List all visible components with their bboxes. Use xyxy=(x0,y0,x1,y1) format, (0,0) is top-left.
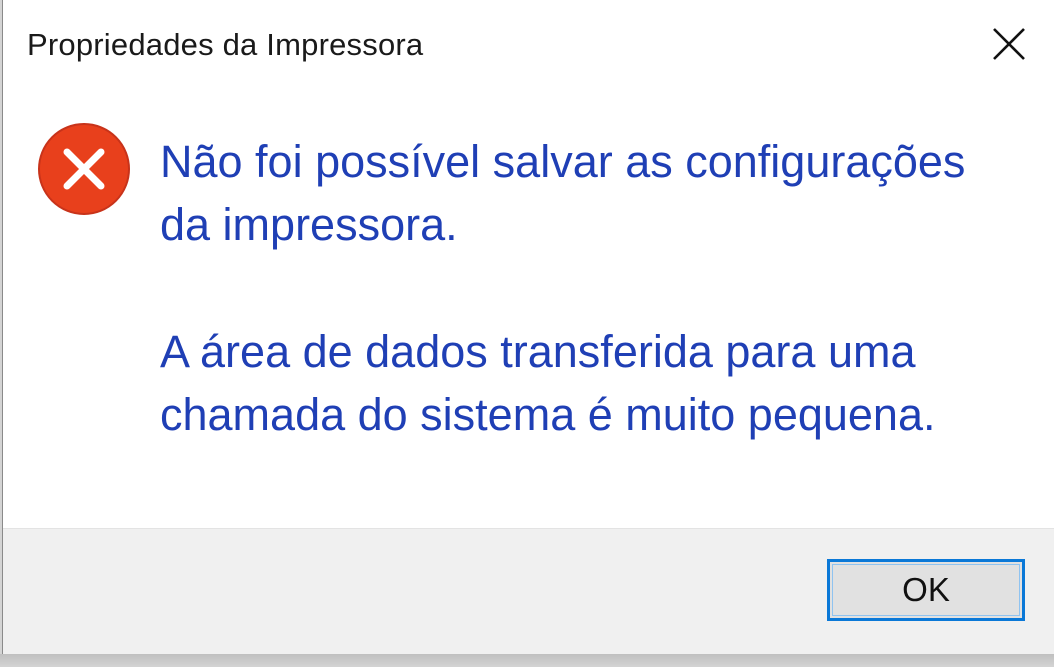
ok-button[interactable]: OK xyxy=(827,559,1025,621)
error-icon xyxy=(38,123,130,215)
title-bar[interactable]: Propriedades da Impressora xyxy=(3,0,1054,90)
message-line: Não foi possível salvar as configurações xyxy=(160,136,966,187)
window-shadow xyxy=(0,654,1054,667)
close-button[interactable] xyxy=(964,0,1054,88)
dialog-content: Não foi possível salvar as configurações… xyxy=(3,90,1054,528)
error-dialog: Propriedades da Impressora Não foi possí… xyxy=(2,0,1054,654)
window-title: Propriedades da Impressora xyxy=(27,27,424,62)
close-icon xyxy=(993,28,1025,60)
button-bar: OK xyxy=(3,528,1054,654)
message-line: chamada do sistema é muito pequena. xyxy=(160,389,936,440)
message-line: A área de dados transferida para uma xyxy=(160,326,916,377)
message-line: da impressora. xyxy=(160,199,458,250)
error-message: Não foi possível salvar as configurações… xyxy=(160,130,1030,446)
